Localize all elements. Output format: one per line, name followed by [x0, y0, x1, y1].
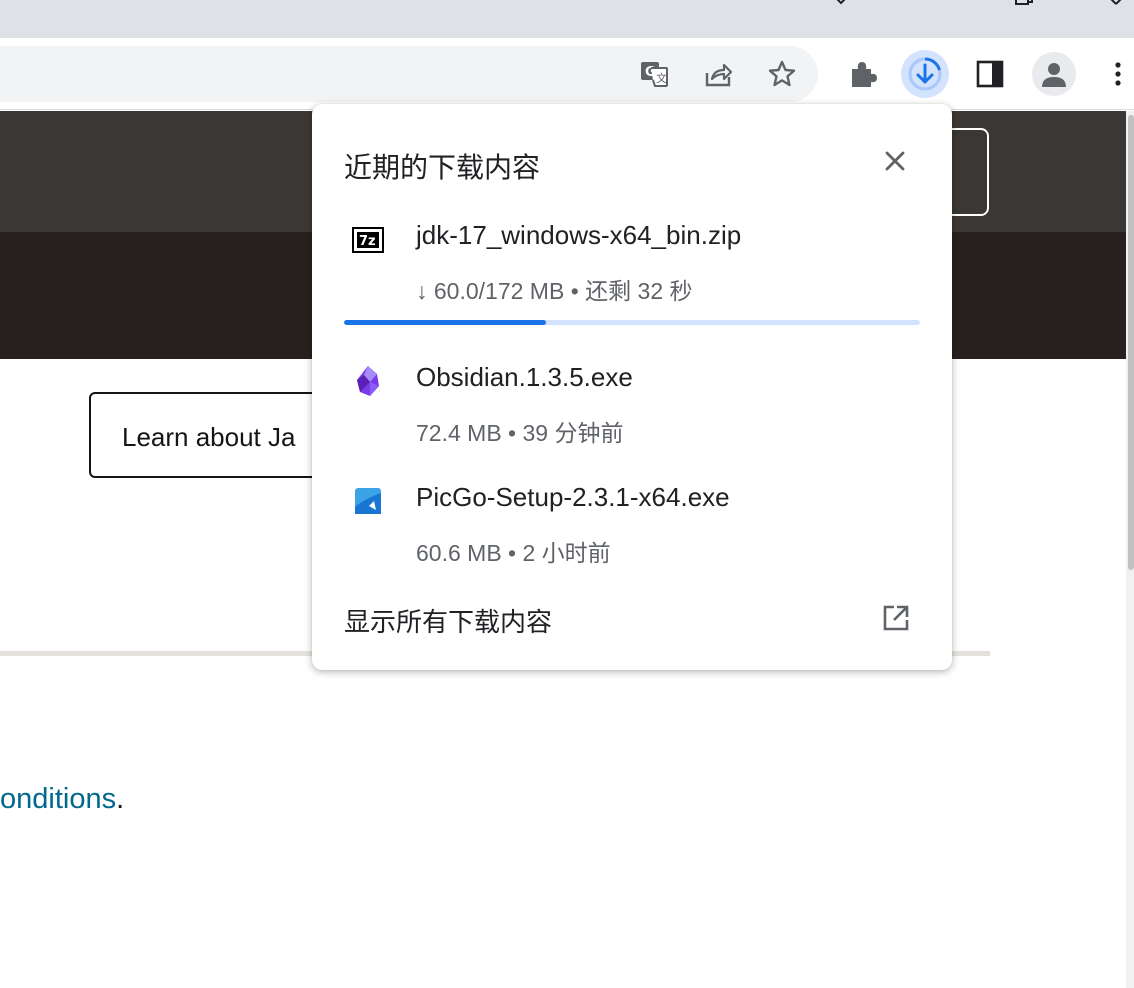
title-bar	[0, 0, 1134, 38]
open-external-icon[interactable]	[880, 602, 912, 634]
terms-text: onditions.	[0, 783, 124, 816]
downloads-title: 近期的下载内容	[344, 152, 541, 183]
share-icon[interactable]	[694, 50, 742, 98]
page-scrollbar-thumb[interactable]	[1128, 115, 1134, 570]
download-status: ↓ 60.0/172 MB • 还剩 32 秒	[416, 278, 693, 304]
learn-about-label: Learn about Ja	[122, 422, 296, 452]
download-progress-fill	[344, 320, 546, 325]
7zip-icon: 7z	[352, 224, 384, 256]
download-progress-bar	[344, 320, 920, 325]
download-filename: jdk-17_windows-x64_bin.zip	[416, 220, 742, 250]
avatar	[1032, 52, 1076, 96]
side-panel-icon[interactable]	[966, 50, 1014, 98]
profile-icon[interactable]	[1030, 50, 1078, 98]
svg-text:文: 文	[656, 71, 667, 85]
download-filename: PicGo-Setup-2.3.1-x64.exe	[416, 482, 730, 512]
download-icon[interactable]	[901, 50, 949, 98]
obsidian-icon	[352, 365, 384, 397]
conditions-period: .	[116, 783, 125, 815]
close-window-icon[interactable]	[1104, 0, 1126, 8]
svg-text:7z: 7z	[359, 234, 376, 249]
picgo-icon	[352, 485, 384, 517]
bookmark-star-icon[interactable]	[758, 50, 806, 98]
show-all-downloads-link[interactable]: 显示所有下载内容	[344, 602, 552, 639]
extensions-icon[interactable]	[838, 50, 886, 98]
restore-window-icon[interactable]	[1012, 0, 1034, 8]
tab-search-chevron-icon[interactable]	[830, 0, 852, 8]
download-filename: Obsidian.1.3.5.exe	[416, 362, 633, 392]
browser-toolbar: G 文	[0, 38, 1134, 110]
conditions-link[interactable]: onditions	[0, 783, 116, 815]
translate-icon[interactable]: G 文	[630, 50, 678, 98]
download-status: 72.4 MB • 39 分钟前	[416, 420, 624, 446]
more-menu-icon[interactable]	[1094, 50, 1134, 98]
download-status: 60.6 MB • 2 小时前	[416, 540, 611, 566]
downloads-bubble: 近期的下载内容 7z jdk-17_windows-x64_bin.zip ↓ …	[312, 104, 952, 670]
close-icon[interactable]	[878, 144, 912, 178]
learn-about-button[interactable]: Learn about Ja	[89, 392, 349, 478]
